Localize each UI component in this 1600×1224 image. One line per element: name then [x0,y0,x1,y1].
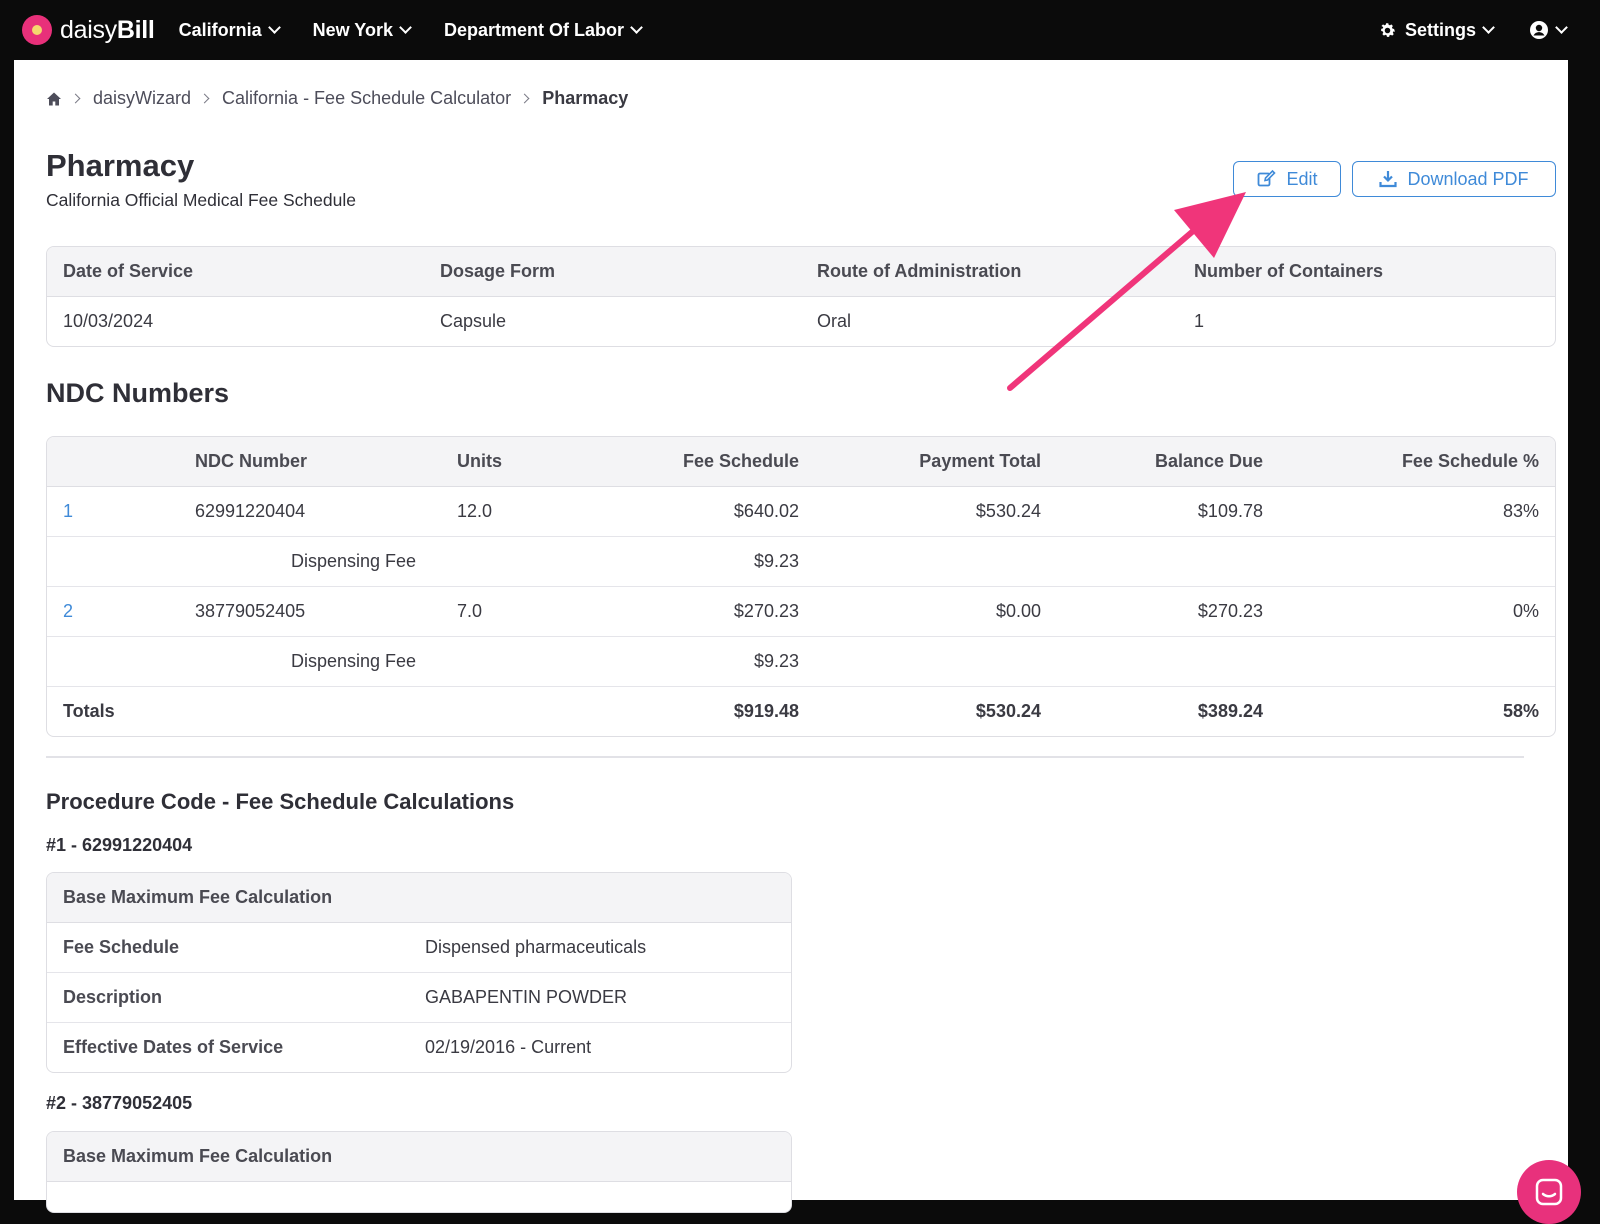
calc-key: Fee Schedule [47,922,409,973]
calc-key: Description [47,972,409,1023]
chat-launcher-button[interactable] [1517,1160,1581,1224]
fee-schedule-pct: 83% [1279,486,1555,537]
table-row: Dispensing Fee $9.23 [47,536,1555,587]
chevron-down-icon [1482,21,1495,34]
header-fee-schedule-pct: Fee Schedule % [1279,437,1555,487]
logo-text: daisyBill [60,15,155,44]
calc-value: Dispensed pharmaceuticals [409,922,791,973]
total-fee-schedule: $919.48 [733,701,799,721]
service-summary-table: Date of Service Dosage Form Route of Adm… [46,246,1556,347]
balance-due: $109.78 [1057,486,1279,537]
dispensing-fee: $9.23 [573,636,815,687]
payment-total: $530.24 [815,486,1057,537]
chevron-down-icon [630,21,643,34]
edit-icon [1258,169,1277,187]
top-navbar: daisyBill California New York Department… [0,0,1600,60]
calc-table-header: Base Maximum Fee Calculation [47,873,791,923]
ndc-row-link[interactable]: 2 [47,586,179,637]
total-balance-due: $389.24 [1197,701,1263,721]
ndc-row-link[interactable]: 1 [47,486,179,537]
page-subtitle: California Official Medical Fee Schedule [46,190,356,210]
base-max-fee-table: Base Maximum Fee Calculation Fee Schedul… [46,872,792,1073]
daisy-flower-icon [22,15,52,45]
table-row: Description GABAPENTIN POWDER [47,972,791,1023]
header-route: Route of Administration [801,247,1178,297]
user-menu[interactable] [1529,20,1568,40]
chevron-down-icon [399,21,412,34]
balance-due: $270.23 [1057,586,1279,637]
edit-button[interactable]: Edit [1233,161,1341,197]
base-max-fee-table: Base Maximum Fee Calculation [46,1131,792,1213]
gear-icon [1381,22,1395,37]
table-row: Dispensing Fee $9.23 [47,636,1555,687]
fee-schedule: $640.02 [573,486,815,537]
table-row: 2 38779052405 7.0 $270.23 $0.00 $270.23 … [47,586,1555,637]
main-content: daisyWizard California - Fee Schedule Ca… [14,60,1581,1224]
header-balance-due: Balance Due [1057,437,1279,487]
chevron-down-icon [267,21,281,34]
nav-department-of-labor[interactable]: Department Of Labor [444,20,643,41]
ndc-heading: NDC Numbers [46,378,230,408]
user-circle-icon [1530,21,1548,39]
fee-schedule-pct: 0% [1279,586,1555,637]
total-payment: $530.24 [975,701,1041,721]
total-fee-schedule-pct: 58% [1502,701,1539,721]
header-date-of-service: Date of Service [47,247,424,297]
chevron-right-icon [70,93,81,104]
download-icon [1379,171,1398,188]
header-payment-total: Payment Total [815,437,1057,487]
nav-california[interactable]: California [179,20,281,41]
dosage-form: Capsule [440,311,507,331]
breadcrumb-current: Pharmacy [542,88,629,108]
ndc-number: 62991220404 [179,486,441,537]
main-nav: California New York Department Of Labor [179,20,675,41]
chevron-down-icon [1555,21,1568,34]
header-dosage-form: Dosage Form [424,247,801,297]
totals-label: Totals [63,701,115,721]
calc-key: Effective Dates of Service [63,1037,284,1057]
section-divider [46,756,1524,758]
chevron-right-icon [519,93,530,104]
table-row: 1 62991220404 12.0 $640.02 $530.24 $109.… [47,486,1555,537]
header-fee-schedule: Fee Schedule [573,437,815,487]
chevron-right-icon [199,93,210,104]
route-of-administration: Oral [817,311,852,331]
dispensing-fee-label: Dispensing Fee [179,536,573,587]
daisybill-logo[interactable]: daisyBill [22,15,155,45]
home-icon[interactable] [46,91,62,107]
calc-value: GABAPENTIN POWDER [409,972,791,1023]
fee-schedule: $270.23 [573,586,815,637]
ndc-table: NDC Number Units Fee Schedule Payment To… [46,436,1556,737]
table-row: Effective Dates of Service 02/19/2016 - … [47,1023,791,1073]
units: 12.0 [441,486,573,537]
header-ndc-number: NDC Number [179,437,441,487]
units: 7.0 [441,586,573,637]
breadcrumb-fee-schedule-calculator[interactable]: California - Fee Schedule Calculator [222,88,511,109]
procedure-item-label: #1 - 62991220404 [46,835,193,855]
header-index [47,437,179,487]
totals-row: Totals $919.48 $530.24 $389.24 58% [47,687,1555,737]
dispensing-fee-label: Dispensing Fee [179,636,573,687]
calc-table-header: Base Maximum Fee Calculation [47,1132,791,1182]
calc-value: 02/19/2016 - Current [425,1037,592,1057]
header-units: Units [441,437,573,487]
dispensing-fee: $9.23 [573,536,815,587]
header-containers: Number of Containers [1178,247,1555,297]
settings-menu[interactable]: Settings [1378,20,1495,41]
nav-new-york[interactable]: New York [313,20,412,41]
download-pdf-button[interactable]: Download PDF [1352,161,1556,197]
chat-icon [1535,1178,1563,1206]
breadcrumb: daisyWizard California - Fee Schedule Ca… [46,88,628,109]
table-row: Fee Schedule Dispensed pharmaceuticals [47,922,791,973]
payment-total: $0.00 [815,586,1057,637]
breadcrumb-daisywizard[interactable]: daisyWizard [93,88,191,109]
date-of-service: 10/03/2024 [63,311,154,331]
page-title: Pharmacy [46,148,195,183]
number-of-containers: 1 [1194,311,1205,331]
procedure-item-label: #2 - 38779052405 [46,1093,193,1113]
procedure-heading: Procedure Code - Fee Schedule Calculatio… [46,789,515,814]
ndc-number: 38779052405 [179,586,441,637]
